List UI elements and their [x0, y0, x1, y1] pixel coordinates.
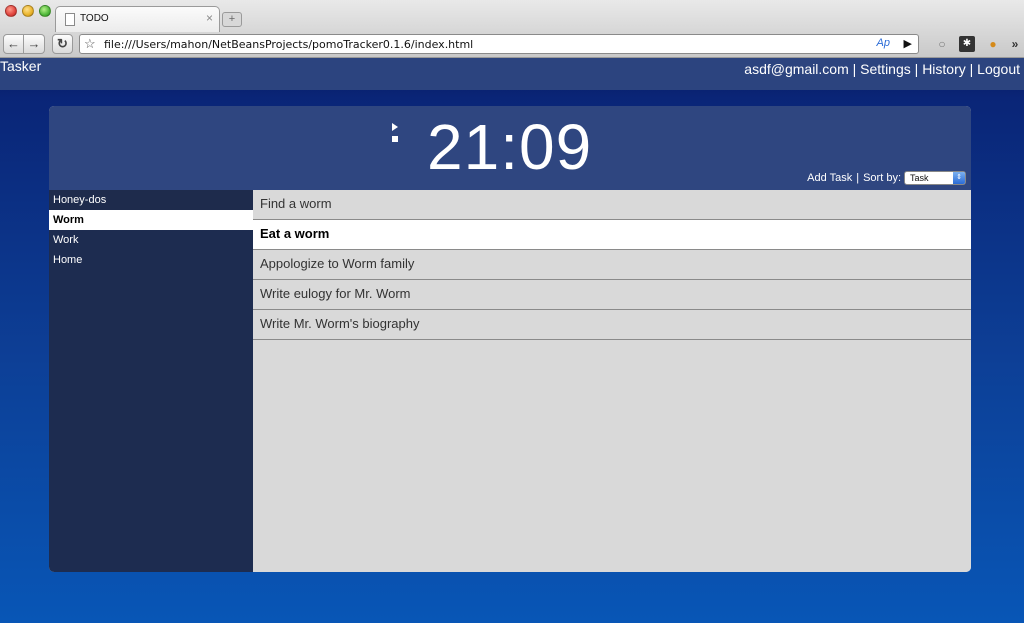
play-icon[interactable]: ▶ — [904, 37, 912, 50]
list-item-honey-dos[interactable]: Honey-dos — [49, 190, 253, 210]
task-controls: Add Task | Sort by: Task ⇕ — [807, 171, 966, 185]
list-item-worm[interactable]: Worm — [49, 210, 253, 230]
settings-link[interactable]: Settings — [860, 61, 911, 77]
reader-icon[interactable]: Ap — [877, 37, 890, 49]
page: Tasker asdf@gmail.com | Settings | Histo… — [0, 58, 1024, 623]
nav-separator: | — [969, 61, 974, 77]
controls-separator: | — [856, 172, 860, 184]
puzzle-extension-icon[interactable]: ✱ — [959, 36, 975, 52]
back-button[interactable]: ← — [3, 34, 24, 54]
window-controls — [5, 5, 51, 17]
zoom-window-button[interactable] — [39, 5, 51, 17]
list-item-work[interactable]: Work — [49, 230, 253, 250]
bookmark-star-icon[interactable]: ☆ — [84, 36, 96, 52]
timer-display: 21:09 — [427, 111, 593, 183]
search-extension-icon[interactable]: ○ — [934, 36, 950, 52]
sort-label: Sort by: — [863, 172, 901, 184]
history-link[interactable]: History — [922, 61, 966, 77]
stop-square-icon[interactable] — [392, 136, 398, 142]
browser-tab[interactable]: TODO × — [55, 6, 220, 32]
close-tab-icon[interactable]: × — [206, 11, 213, 25]
browser-toolbar: ← → ↻ ☆ file:///Users/mahon/NetBeansProj… — [0, 32, 1024, 57]
greasemonkey-icon[interactable]: ● — [985, 36, 1001, 52]
address-bar[interactable]: ☆ file:///Users/mahon/NetBeansProjects/p… — [79, 34, 919, 54]
nav-separator: | — [852, 61, 857, 77]
user-email-link[interactable]: asdf@gmail.com — [744, 61, 848, 77]
task-row[interactable]: Appologize to Worm family — [253, 250, 971, 280]
list-item-home[interactable]: Home — [49, 250, 253, 270]
task-row[interactable]: Find a worm — [253, 190, 971, 220]
document-icon — [65, 13, 75, 26]
timer-header: 21:09 Add Task | Sort by: Task ⇕ — [49, 106, 971, 190]
logout-link[interactable]: Logout — [977, 61, 1020, 77]
user-nav: asdf@gmail.com | Settings | History | Lo… — [744, 61, 1020, 77]
select-arrows-icon[interactable]: ⇕ — [953, 172, 965, 184]
close-window-button[interactable] — [5, 5, 17, 17]
reload-button[interactable]: ↻ — [52, 34, 73, 54]
tab-title: TODO — [80, 13, 109, 24]
forward-button[interactable]: → — [24, 34, 45, 54]
task-list: Find a worm Eat a worm Appologize to Wor… — [253, 190, 971, 572]
minimize-window-button[interactable] — [22, 5, 34, 17]
list-sidebar: Honey-dos Worm Work Home — [49, 190, 253, 572]
address-url[interactable]: file:///Users/mahon/NetBeansProjects/pom… — [104, 38, 473, 51]
task-row-selected[interactable]: Eat a worm — [253, 220, 971, 250]
timer-play-icon[interactable] — [392, 123, 400, 145]
play-triangle-icon[interactable] — [392, 123, 398, 131]
new-tab-button[interactable]: + — [222, 12, 242, 27]
task-panel: 21:09 Add Task | Sort by: Task ⇕ Honey-d… — [49, 106, 971, 572]
brand-title: Tasker — [0, 58, 42, 74]
nav-separator: | — [914, 61, 919, 77]
app-header: Tasker asdf@gmail.com | Settings | Histo… — [0, 58, 1024, 90]
browser-chrome: TODO × + ← → ↻ ☆ file:///Users/mahon/Net… — [0, 0, 1024, 58]
task-row[interactable]: Write Mr. Worm's biography — [253, 310, 971, 340]
sort-select[interactable]: Task ⇕ — [904, 171, 966, 185]
sort-select-value: Task — [910, 173, 929, 183]
more-extensions-icon[interactable]: » — [1007, 36, 1023, 52]
add-task-link[interactable]: Add Task — [807, 172, 852, 184]
task-row[interactable]: Write eulogy for Mr. Worm — [253, 280, 971, 310]
